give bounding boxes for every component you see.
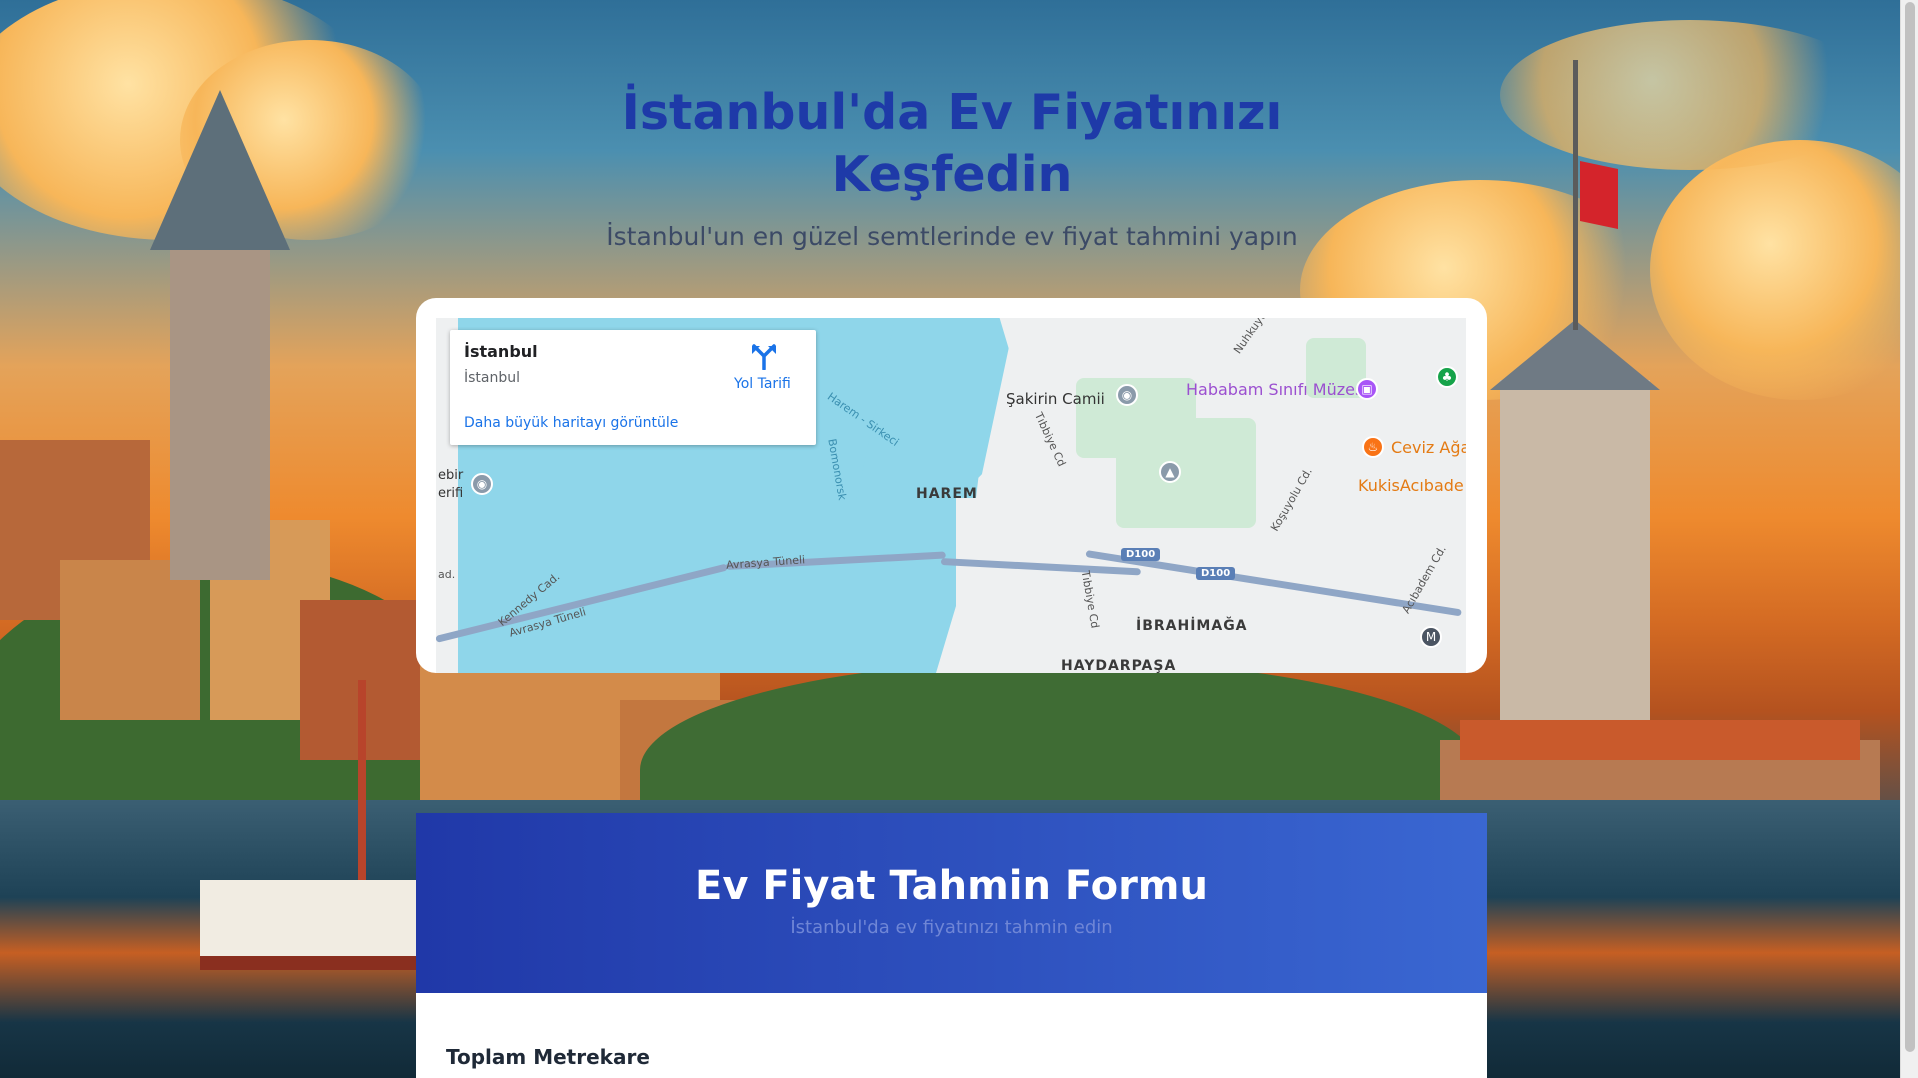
page-subtitle: İstanbul'un en güzel semtlerinde ev fiya… xyxy=(606,222,1298,251)
turkish-flag xyxy=(1580,160,1618,230)
scrollbar[interactable] xyxy=(1900,0,1918,1078)
ferry xyxy=(200,880,420,970)
galata-tower-roof xyxy=(150,90,290,250)
map-road-label: ad. xyxy=(438,568,456,581)
ferry-mast xyxy=(358,680,366,880)
museum-pin-icon[interactable]: ▣ xyxy=(1356,378,1378,400)
map-info-box: İstanbul İstanbul Yol Tarifi Daha büyük … xyxy=(450,330,816,445)
form-subtitle: İstanbul'da ev fiyatınızı tahmin edin xyxy=(790,917,1113,938)
map-poi-label: Hababam Sınıfı Müzesi xyxy=(1186,380,1368,399)
landmark-pin-icon[interactable]: ▲ xyxy=(1159,461,1181,483)
maidens-tower-roof-tiles xyxy=(1460,720,1860,760)
park-pin-icon[interactable]: ♣ xyxy=(1436,366,1458,388)
map-park xyxy=(1116,418,1256,528)
maidens-tower-roof xyxy=(1490,320,1660,390)
highway-badge: D100 xyxy=(1196,567,1236,580)
prediction-form: Toplam Metrekare xyxy=(416,993,1487,1078)
map-place-label: HAREM xyxy=(916,486,978,502)
page-title-line1: İstanbul'da Ev Fiyatınızı xyxy=(621,84,1283,141)
map-poi-label: Ceviz Ağa xyxy=(1391,438,1466,457)
form-header: Ev Fiyat Tahmin Formu İstanbul'da ev fiy… xyxy=(416,813,1487,993)
mosque-pin-icon[interactable]: ◉ xyxy=(1116,384,1138,406)
map-poi-label: Şakirin Camii xyxy=(1006,390,1105,408)
maidens-tower-pole xyxy=(1573,60,1578,330)
directions-link[interactable]: Yol Tarifi xyxy=(734,376,791,392)
page-title-line2: Keşfedin xyxy=(831,146,1073,203)
directions-icon[interactable] xyxy=(750,344,778,370)
embedded-map[interactable]: ad. ebir erifi Kennedy Cad. Avrasya Tüne… xyxy=(436,318,1466,673)
mosque-pin-icon[interactable]: ◉ xyxy=(471,473,493,495)
map-place-label: HAYDARPAŞA xyxy=(1061,658,1177,673)
map-card: ad. ebir erifi Kennedy Cad. Avrasya Tüne… xyxy=(416,298,1487,673)
scrollbar-thumb[interactable] xyxy=(1905,2,1915,1052)
map-place-label: erifi xyxy=(438,486,464,501)
maidens-tower xyxy=(1500,380,1650,740)
map-place-title: İstanbul xyxy=(464,342,538,361)
form-title: Ev Fiyat Tahmin Formu xyxy=(695,863,1208,909)
restaurant-pin-icon[interactable]: ♨ xyxy=(1362,436,1384,458)
cloud xyxy=(1500,20,1880,170)
map-place-label: ebir xyxy=(438,468,464,483)
metro-label: M xyxy=(1425,630,1437,644)
total-area-label: Toplam Metrekare xyxy=(446,1045,650,1069)
highway-badge: D100 xyxy=(1121,548,1161,561)
view-larger-map-link[interactable]: Daha büyük haritayı görüntüle xyxy=(464,415,678,431)
galata-tower xyxy=(170,240,270,580)
metro-pin-icon[interactable]: M xyxy=(1420,626,1442,648)
page-title: İstanbul'da Ev Fiyatınızı Keşfedin xyxy=(416,82,1488,206)
map-place-region: İstanbul xyxy=(464,370,521,386)
map-place-label: İBRAHİMAĞA xyxy=(1136,618,1248,634)
map-poi-label: KukisAcıbade xyxy=(1358,476,1464,495)
building xyxy=(60,560,200,720)
